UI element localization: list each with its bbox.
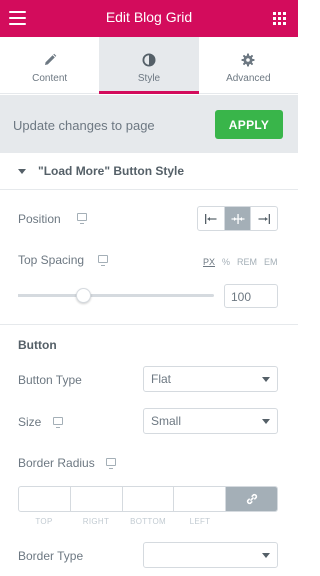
size-label: Size [18, 415, 42, 429]
align-left-button[interactable] [198, 207, 225, 230]
desktop-icon[interactable] [53, 417, 63, 428]
unit-switcher: PX % REM EM [203, 257, 278, 267]
section-header[interactable]: "Load More" Button Style [0, 153, 298, 190]
unit-percent[interactable]: % [222, 257, 230, 267]
panel-tabs: Content Style Advanced [0, 37, 298, 94]
grid-icon[interactable] [273, 12, 286, 25]
slider-handle[interactable] [75, 288, 91, 303]
align-right-icon [258, 213, 271, 224]
editor-header: Edit Blog Grid [0, 0, 298, 37]
align-center-icon [231, 213, 244, 224]
position-choices [197, 206, 278, 231]
top-spacing-label: Top Spacing [18, 253, 85, 267]
panel-title: Edit Blog Grid [105, 9, 193, 25]
border-radius-label: Border Radius [18, 456, 95, 470]
tab-advanced-label: Advanced [226, 73, 271, 84]
border-radius-field-labels: TOP RIGHT BOTTOM LEFT [18, 517, 226, 526]
unit-em[interactable]: EM [264, 257, 278, 267]
slider-fill [18, 294, 83, 297]
border-type-label: Border Type [18, 549, 84, 563]
radius-right-label: RIGHT [82, 517, 110, 526]
button-type-label: Button Type [18, 373, 82, 387]
radius-right-input[interactable] [71, 487, 123, 511]
pencil-icon [44, 53, 56, 65]
size-select[interactable]: Small [143, 408, 278, 434]
button-type-select[interactable]: Flat [143, 366, 278, 392]
radius-top-input[interactable] [19, 487, 71, 511]
tab-style[interactable]: Style [99, 37, 199, 94]
tab-content[interactable]: Content [0, 37, 99, 93]
unit-px[interactable]: PX [203, 257, 215, 267]
link-icon [246, 493, 257, 505]
tab-style-label: Style [137, 73, 161, 84]
divider [0, 324, 298, 325]
desktop-icon[interactable] [77, 213, 87, 224]
border-type-select[interactable] [143, 542, 278, 568]
radius-left-input[interactable] [174, 487, 227, 511]
contrast-icon [142, 53, 156, 67]
radius-bottom-label: BOTTOM [130, 517, 166, 526]
position-label: Position [18, 212, 61, 226]
apply-button[interactable]: APPLY [215, 110, 283, 139]
spacing-input[interactable]: 100 [224, 284, 278, 308]
radius-top-label: TOP [35, 517, 53, 526]
section-title: "Load More" Button Style [38, 164, 185, 178]
update-text: Update changes to page [13, 118, 155, 133]
radius-left-label: LEFT [189, 517, 211, 526]
link-values-button[interactable] [226, 487, 277, 511]
button-group-title: Button [18, 338, 57, 352]
border-radius-inputs [18, 486, 278, 512]
unit-rem[interactable]: REM [237, 257, 257, 267]
update-bar: Update changes to page APPLY [0, 95, 298, 153]
align-right-button[interactable] [251, 207, 277, 230]
desktop-icon[interactable] [98, 255, 108, 266]
radius-bottom-input[interactable] [123, 487, 175, 511]
tab-content-label: Content [32, 73, 68, 84]
caret-down-icon [18, 169, 26, 174]
desktop-icon[interactable] [106, 458, 116, 469]
spacing-slider[interactable] [18, 288, 214, 303]
gear-icon [241, 53, 255, 67]
align-left-icon [204, 213, 217, 224]
align-center-button[interactable] [224, 207, 252, 230]
tab-advanced[interactable]: Advanced [199, 37, 298, 93]
